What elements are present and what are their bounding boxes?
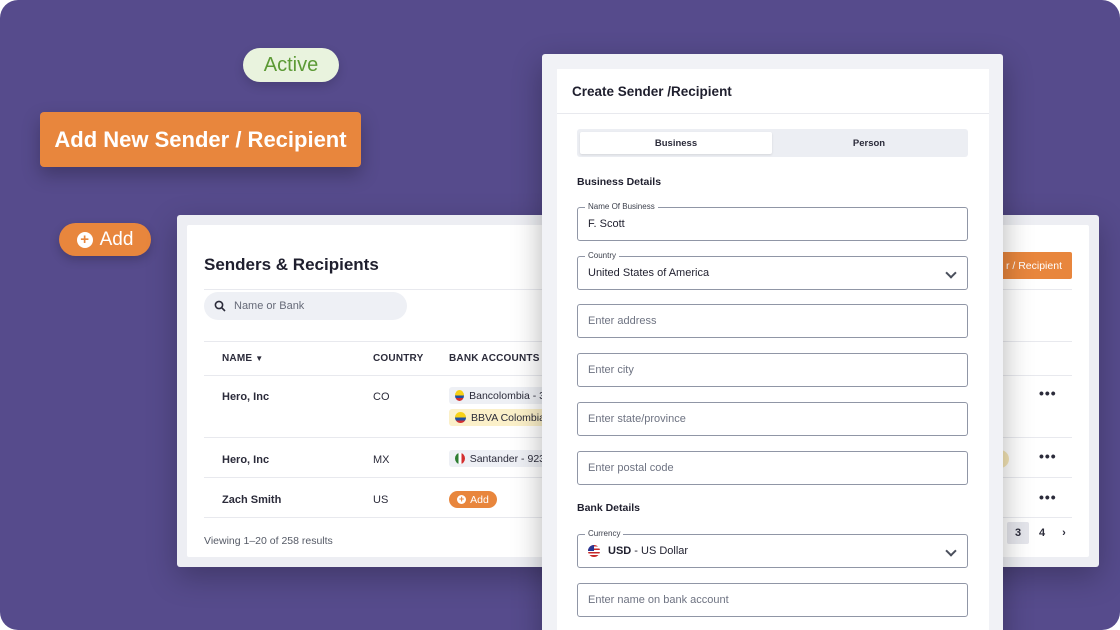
currency-select[interactable]: Currency USD - US Dollar <box>577 529 968 568</box>
bank-account-name-field[interactable] <box>577 583 968 617</box>
country-value: United States of America <box>588 267 710 279</box>
us-flag-icon <box>588 545 600 557</box>
page-3-button[interactable]: 3 <box>1007 522 1029 544</box>
row-country: US <box>373 494 389 506</box>
bank-account-pill[interactable]: BBVA Colombia <box>449 409 545 426</box>
canvas: Active Add New Sender / Recipient + Add … <box>0 0 1120 630</box>
row-country: MX <box>373 454 390 466</box>
add-new-sender-recipient-button[interactable]: Add New Sender / Recipient <box>40 112 361 167</box>
bank-account-name-input[interactable] <box>588 594 948 606</box>
tab-person[interactable]: Person <box>773 132 965 154</box>
panel-title: Senders & Recipients <box>204 255 379 274</box>
city-field[interactable] <box>577 353 968 387</box>
add-bank-account-label: Add <box>470 493 489 506</box>
postal-code-field[interactable] <box>577 451 968 485</box>
business-name-value: F. Scott <box>588 218 625 230</box>
form-card: Create Sender /Recipient Business Person… <box>557 69 989 630</box>
add-bank-account-button[interactable]: + Add <box>449 491 497 508</box>
column-header-name-label: NAME <box>222 353 253 364</box>
field-label: Currency <box>585 529 624 538</box>
address-input[interactable] <box>588 315 948 327</box>
chevron-down-icon <box>945 267 957 279</box>
row-name: Hero, Inc <box>222 391 270 403</box>
more-options-icon[interactable]: ••• <box>1039 448 1057 464</box>
plus-circle-icon: + <box>76 231 93 248</box>
more-options-icon[interactable]: ••• <box>1039 489 1057 505</box>
page-4-button[interactable]: 4 <box>1031 522 1053 544</box>
next-page-icon[interactable]: › <box>1053 522 1075 544</box>
state-field[interactable] <box>577 402 968 436</box>
column-header-name[interactable]: NAME ▼ <box>222 353 263 364</box>
bank-account-label: BBVA Colombia <box>471 411 545 424</box>
country-select[interactable]: Country United States of America <box>577 251 968 290</box>
field-label: Country <box>585 251 620 260</box>
address-field[interactable] <box>577 304 968 338</box>
sort-down-icon: ▼ <box>255 354 264 363</box>
bank-account-pill[interactable]: Santander - 923 <box>449 450 545 467</box>
business-details-heading: Business Details <box>577 176 662 188</box>
mexico-flag-icon <box>455 453 465 464</box>
add-button[interactable]: + Add <box>59 223 151 256</box>
state-input[interactable] <box>588 413 948 425</box>
row-name: Zach Smith <box>222 494 282 506</box>
business-name-field[interactable]: Name Of Business F. Scott <box>577 202 968 241</box>
field-label: Name Of Business <box>585 202 658 211</box>
search-icon <box>214 300 226 312</box>
bank-account-label: Santander - 923 <box>469 452 545 465</box>
search-box[interactable] <box>204 292 407 320</box>
chevron-down-icon <box>945 545 957 557</box>
bank-account-pill[interactable]: Bancolombia - 3 <box>449 387 545 404</box>
results-count: Viewing 1–20 of 258 results <box>204 535 333 547</box>
row-name: Hero, Inc <box>222 454 270 466</box>
colombia-flag-icon <box>455 390 465 401</box>
column-header-bank-accounts: BANK ACCOUNTS <box>449 353 540 364</box>
more-options-icon[interactable]: ••• <box>1039 385 1057 401</box>
colombia-flag-icon <box>455 412 466 423</box>
entity-type-toggle: Business Person <box>577 129 968 157</box>
plus-circle-icon: + <box>457 494 467 504</box>
active-status-badge: Active <box>243 48 339 82</box>
tab-business[interactable]: Business <box>580 132 772 154</box>
column-header-country: COUNTRY <box>373 353 424 364</box>
create-sender-recipient-panel: Create Sender /Recipient Business Person… <box>542 54 1003 630</box>
bank-account-label: Bancolombia - 3 <box>469 389 545 402</box>
add-button-label: Add <box>99 228 134 250</box>
search-input[interactable] <box>234 300 394 312</box>
form-title: Create Sender /Recipient <box>572 84 732 99</box>
currency-name: - US Dollar <box>631 545 689 557</box>
currency-code: USD <box>608 545 632 557</box>
divider <box>557 113 989 114</box>
row-country: CO <box>373 391 390 403</box>
postal-code-input[interactable] <box>588 462 948 474</box>
bank-details-heading: Bank Details <box>577 502 641 514</box>
city-input[interactable] <box>588 364 948 376</box>
